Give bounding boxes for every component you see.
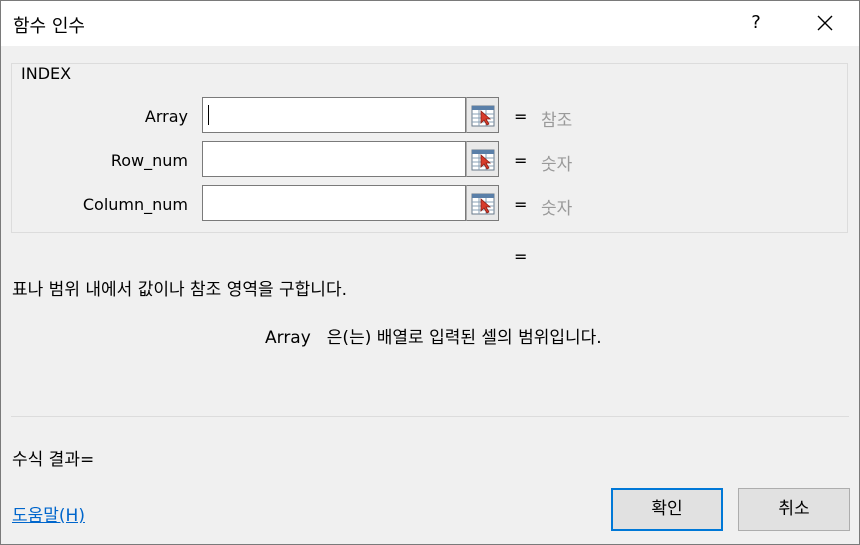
dialog-title: 함수 인수 [13, 16, 85, 37]
argument-description-name: Array [265, 328, 311, 348]
arg-equals-column-num: = [514, 195, 528, 214]
column-num-input[interactable] [202, 185, 466, 221]
cancel-button[interactable]: 취소 [738, 488, 850, 531]
title-bar: 함수 인수 ? [1, 1, 859, 46]
arg-hint-column-num: 숫자 [541, 199, 573, 219]
arg-label-column-num: Column_num [82, 195, 188, 214]
arg-hint-array: 참조 [541, 111, 573, 131]
function-name: INDEX [19, 64, 74, 83]
range-select-icon[interactable] [466, 97, 499, 133]
close-icon[interactable] [809, 7, 841, 39]
function-arguments-dialog: 함수 인수 ? INDEX Array = 참조 Row_num = 숫자 Co… [0, 0, 860, 545]
formula-result: 수식 결과= [12, 450, 95, 470]
range-select-icon[interactable] [466, 185, 499, 221]
array-input[interactable] [202, 97, 466, 133]
ok-button[interactable]: 확인 [611, 488, 723, 531]
arg-label-array: Array [144, 107, 188, 126]
arg-label-row-num: Row_num [110, 151, 188, 170]
function-description: 표나 범위 내에서 값이나 참조 영역을 구합니다. [12, 280, 347, 300]
arg-equals-row-num: = [514, 151, 528, 170]
separator [11, 416, 849, 417]
help-button[interactable]: ? [741, 7, 771, 39]
range-select-icon[interactable] [466, 141, 499, 177]
arg-equals-array: = [514, 107, 528, 126]
text-caret [208, 105, 209, 125]
argument-description: Array 은(는) 배열로 입력된 셀의 범위입니다. [265, 323, 602, 348]
help-link[interactable]: 도움말(H) [12, 501, 85, 526]
arg-hint-row-num: 숫자 [541, 155, 573, 175]
argument-description-text: 은(는) 배열로 입력된 셀의 범위입니다. [326, 328, 602, 348]
row-num-input[interactable] [202, 141, 466, 177]
function-result-equals: = [514, 247, 528, 266]
